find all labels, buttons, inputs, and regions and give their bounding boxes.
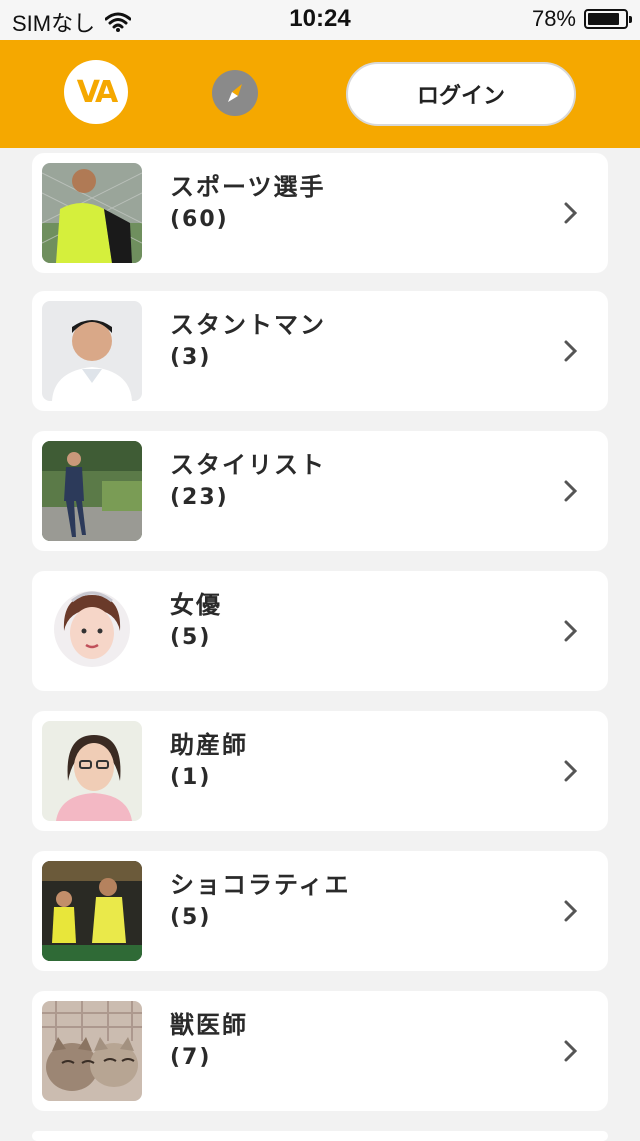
category-name: ショコラティエ <box>170 871 351 899</box>
category-thumbnail <box>42 301 142 401</box>
status-bar: SIMなし 10:24 78% <box>0 0 640 40</box>
category-count: (3) <box>170 345 212 370</box>
chevron-right-icon <box>564 202 578 224</box>
category-item-sports-player[interactable]: スポーツ選手 (60) <box>32 153 608 273</box>
category-count: (60) <box>170 207 229 232</box>
battery-icon <box>584 9 632 29</box>
app-header: VA ログイン <box>0 40 640 148</box>
category-thumbnail <box>42 441 142 541</box>
login-button-label: ログイン <box>416 84 505 109</box>
category-item-midwife[interactable]: 助産師 (1) <box>32 711 608 831</box>
compass-icon[interactable] <box>212 70 258 116</box>
category-name: 助産師 <box>170 731 248 759</box>
chevron-right-icon <box>564 760 578 782</box>
status-right: 78% <box>531 6 632 32</box>
category-name: スタントマン <box>170 311 326 339</box>
battery-level <box>588 13 620 25</box>
login-button[interactable]: ログイン <box>346 62 576 126</box>
category-thumbnail <box>42 581 142 681</box>
chevron-right-icon <box>564 620 578 642</box>
category-count: (5) <box>170 905 212 930</box>
app-logo[interactable]: VA <box>64 60 128 124</box>
category-thumbnail <box>42 163 142 263</box>
category-count: (1) <box>170 765 212 790</box>
category-item-stylist[interactable]: スタイリスト (23) <box>32 431 608 551</box>
category-name: スポーツ選手 <box>170 173 326 201</box>
category-item-chocolatier[interactable]: ショコラティエ (5) <box>32 851 608 971</box>
category-count: (23) <box>170 485 229 510</box>
chevron-right-icon <box>564 340 578 362</box>
category-item-veterinarian[interactable]: 獣医師 (7) <box>32 991 608 1111</box>
chevron-right-icon <box>564 900 578 922</box>
category-item-actress[interactable]: 女優 (5) <box>32 571 608 691</box>
category-name: 獣医師 <box>170 1011 248 1039</box>
category-count: (7) <box>170 1045 212 1070</box>
battery-percent: 78% <box>531 6 576 31</box>
category-thumbnail <box>42 721 142 821</box>
category-item-partial[interactable] <box>32 1131 608 1141</box>
logo-text: VA <box>76 74 118 110</box>
chevron-right-icon <box>564 1040 578 1062</box>
chevron-right-icon <box>564 480 578 502</box>
category-name: スタイリスト <box>170 451 326 479</box>
category-item-stuntman[interactable]: スタントマン (3) <box>32 291 608 411</box>
category-thumbnail <box>42 861 142 961</box>
category-thumbnail <box>42 1001 142 1101</box>
category-name: 女優 <box>170 591 222 619</box>
category-count: (5) <box>170 625 212 650</box>
compass-needle-icon <box>228 84 242 102</box>
